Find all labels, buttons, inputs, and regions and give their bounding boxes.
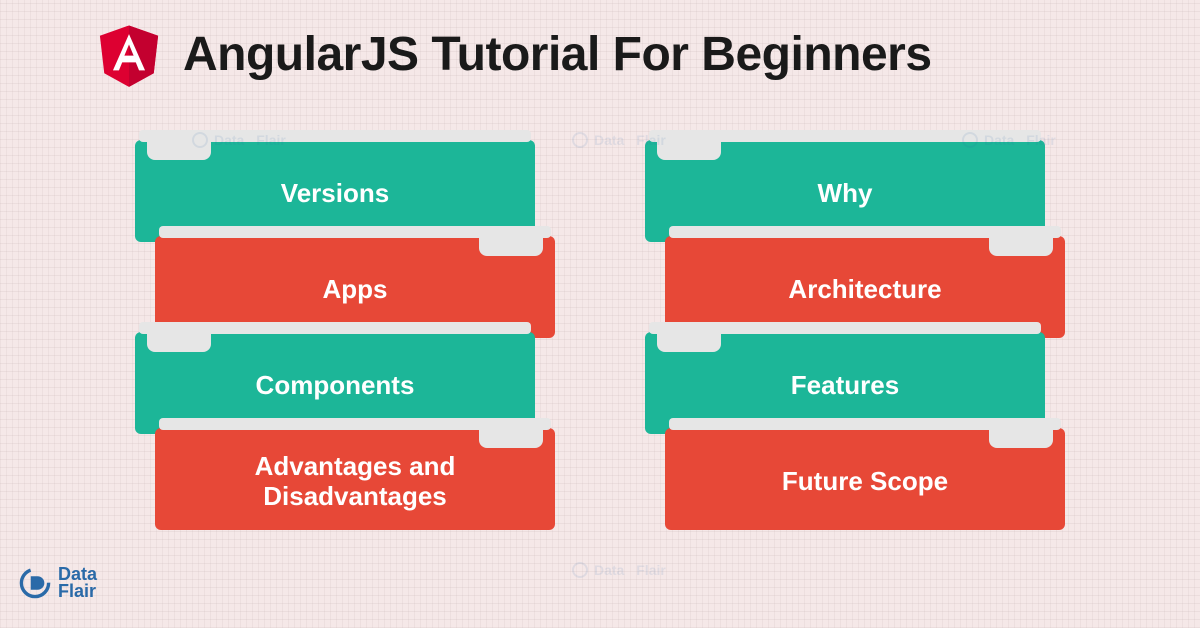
- folder-tab-icon: [657, 130, 721, 160]
- page-title: AngularJS Tutorial For Beginners: [183, 27, 932, 82]
- topic-label: Why: [798, 179, 893, 209]
- folder-tab-icon: [147, 322, 211, 352]
- folder-tab-icon: [479, 226, 543, 256]
- right-column: Why Architecture Features Future Scope: [645, 140, 1065, 530]
- folder-tab-icon: [989, 226, 1053, 256]
- watermark-icon: Data Flair: [960, 130, 1056, 150]
- brand-line2: Flair: [58, 583, 97, 600]
- dataflair-icon: [18, 566, 52, 600]
- topic-columns: Versions Apps Components Advantages and …: [0, 140, 1200, 530]
- topic-label: Features: [771, 371, 919, 401]
- topic-label: Versions: [261, 179, 409, 209]
- topic-label: Architecture: [768, 275, 961, 305]
- topic-label: Components: [236, 371, 435, 401]
- dataflair-logo: Data Flair: [18, 566, 97, 600]
- folder-tab-icon: [479, 418, 543, 448]
- watermark-icon: Data Flair: [190, 130, 286, 150]
- watermark-icon: Data Flair: [570, 130, 666, 150]
- topic-label: Advantages and Disadvantages: [155, 452, 555, 512]
- left-column: Versions Apps Components Advantages and …: [135, 140, 555, 530]
- brand-text: Data Flair: [58, 566, 97, 600]
- folder-tab-icon: [989, 418, 1053, 448]
- topic-label: Future Scope: [762, 467, 968, 497]
- folder-tab-icon: [657, 322, 721, 352]
- watermark-icon: Data Flair: [570, 560, 666, 580]
- topic-card-advantages: Advantages and Disadvantages: [155, 428, 555, 530]
- topic-label: Apps: [303, 275, 408, 305]
- angular-logo-icon: [95, 18, 163, 90]
- header: AngularJS Tutorial For Beginners: [0, 0, 1200, 90]
- topic-card-future-scope: Future Scope: [665, 428, 1065, 530]
